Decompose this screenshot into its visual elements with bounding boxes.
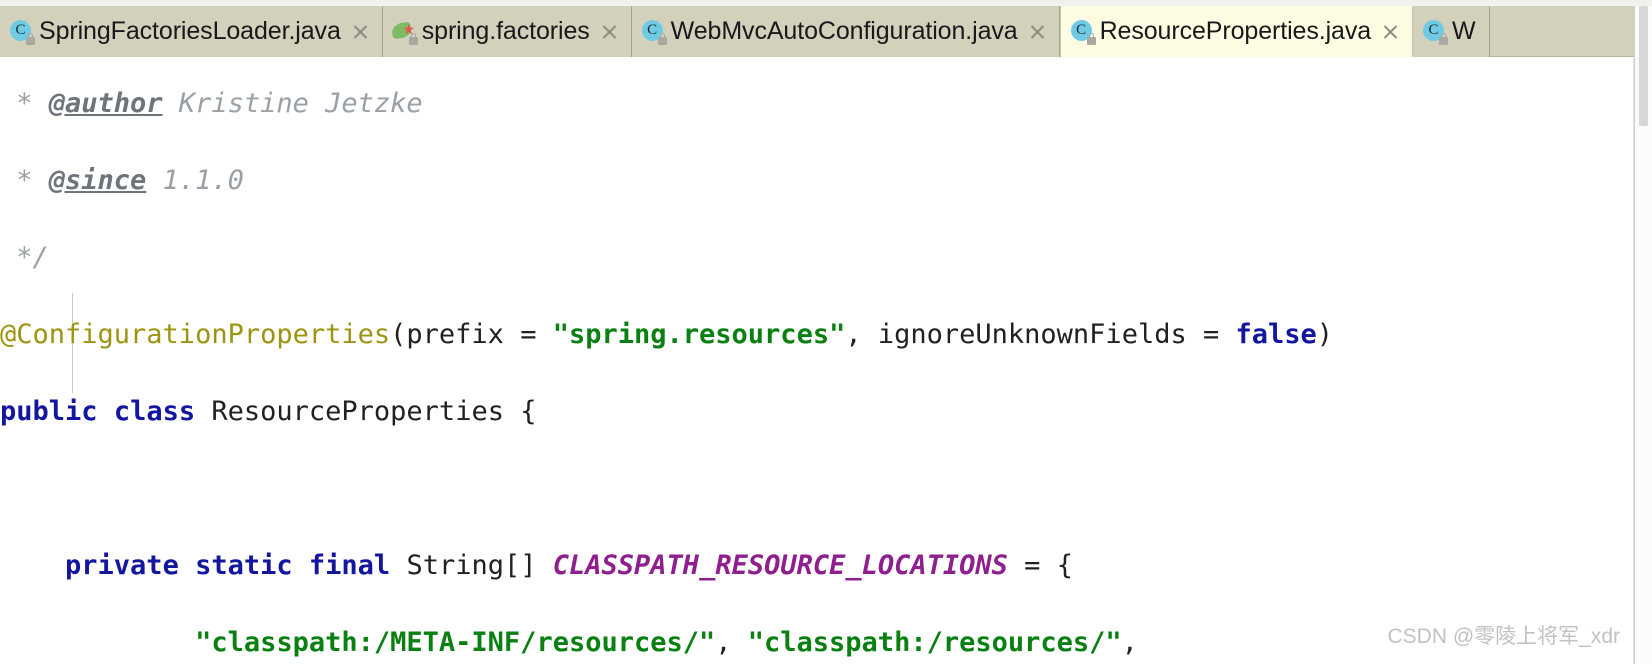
- java-class-icon: C: [9, 19, 35, 45]
- string-resources: "classpath:/resources/": [747, 626, 1122, 658]
- code-line: */: [0, 239, 1333, 278]
- source-code: * @author Kristine Jetzke * @since 1.1.0…: [0, 58, 1333, 664]
- kw-public: public: [0, 395, 98, 427]
- tab-label: SpringFactoriesLoader.java: [39, 17, 341, 45]
- code-editor-area[interactable]: * @author Kristine Jetzke * @since 1.1.0…: [0, 58, 1652, 664]
- java-class-icon: C: [1070, 19, 1096, 45]
- close-icon[interactable]: [352, 23, 369, 40]
- javadoc-author-value: Kristine Jetzke: [178, 87, 423, 119]
- kw-static: static: [195, 549, 293, 581]
- tab-webmvc-autoconfiguration[interactable]: C WebMvcAutoConfiguration.java: [631, 6, 1060, 57]
- tab-resource-properties[interactable]: C ResourceProperties.java: [1059, 6, 1414, 57]
- javadoc-since-tag: @since: [48, 164, 147, 196]
- close-icon[interactable]: [1382, 23, 1399, 40]
- editor-window: C SpringFactoriesLoader.java spring.fact…: [0, 0, 1652, 664]
- tab-spring-factories[interactable]: spring.factories: [382, 6, 632, 57]
- annotation-value-ignore: false: [1235, 318, 1317, 350]
- kw-class: class: [113, 395, 196, 427]
- java-class-icon: C: [1422, 19, 1449, 45]
- watermark-text: CSDN @零陵上将军_xdr: [1387, 625, 1620, 648]
- code-line: "classpath:/META-INF/resources/", "class…: [195, 626, 1138, 658]
- editor-tab-bar: C SpringFactoriesLoader.java spring.fact…: [0, 6, 1652, 57]
- javadoc-author-tag: @author: [48, 87, 163, 119]
- kw-final: final: [308, 549, 391, 581]
- type-string-array: String[]: [406, 549, 537, 581]
- kw-private: private: [65, 549, 179, 581]
- scrollbar-thumb[interactable]: [1639, 6, 1648, 126]
- annotation-value-prefix: "spring.resources": [552, 318, 846, 350]
- constant-name: CLASSPATH_RESOURCE_LOCATIONS: [552, 549, 1008, 581]
- annotation-attr-prefix: prefix: [406, 318, 504, 350]
- spring-factories-icon: [390, 19, 418, 45]
- class-name: ResourceProperties: [211, 395, 504, 427]
- code-line: private static final String[] CLASSPATH_…: [65, 549, 1073, 581]
- tab-label: ResourceProperties.java: [1099, 17, 1372, 45]
- javadoc-since-value: 1.1.0: [162, 164, 244, 196]
- annotation-name: @ConfigurationProperties: [0, 318, 391, 350]
- code-line: * @author Kristine Jetzke: [0, 87, 423, 119]
- annotation-attr-ignore: ignoreUnknownFields: [877, 318, 1187, 350]
- tab-label: WebMvcAutoConfiguration.java: [670, 17, 1018, 45]
- code-line: public class ResourceProperties {: [0, 395, 537, 427]
- tab-label: spring.factories: [421, 17, 590, 45]
- close-icon[interactable]: [601, 23, 618, 40]
- tab-label: W: [1452, 17, 1476, 45]
- tab-spring-factories-loader[interactable]: C SpringFactoriesLoader.java: [0, 6, 383, 57]
- code-line: @ConfigurationProperties(prefix = "sprin…: [0, 318, 1334, 350]
- tab-overflow-next[interactable]: C W: [1413, 6, 1490, 57]
- java-class-icon: C: [641, 19, 667, 45]
- code-line: * @since 1.1.0: [0, 164, 244, 196]
- string-meta-inf: "classpath:/META-INF/resources/": [195, 626, 716, 658]
- vertical-scrollbar[interactable]: [1634, 6, 1652, 664]
- close-icon[interactable]: [1029, 23, 1046, 40]
- javadoc-close: */: [16, 241, 49, 273]
